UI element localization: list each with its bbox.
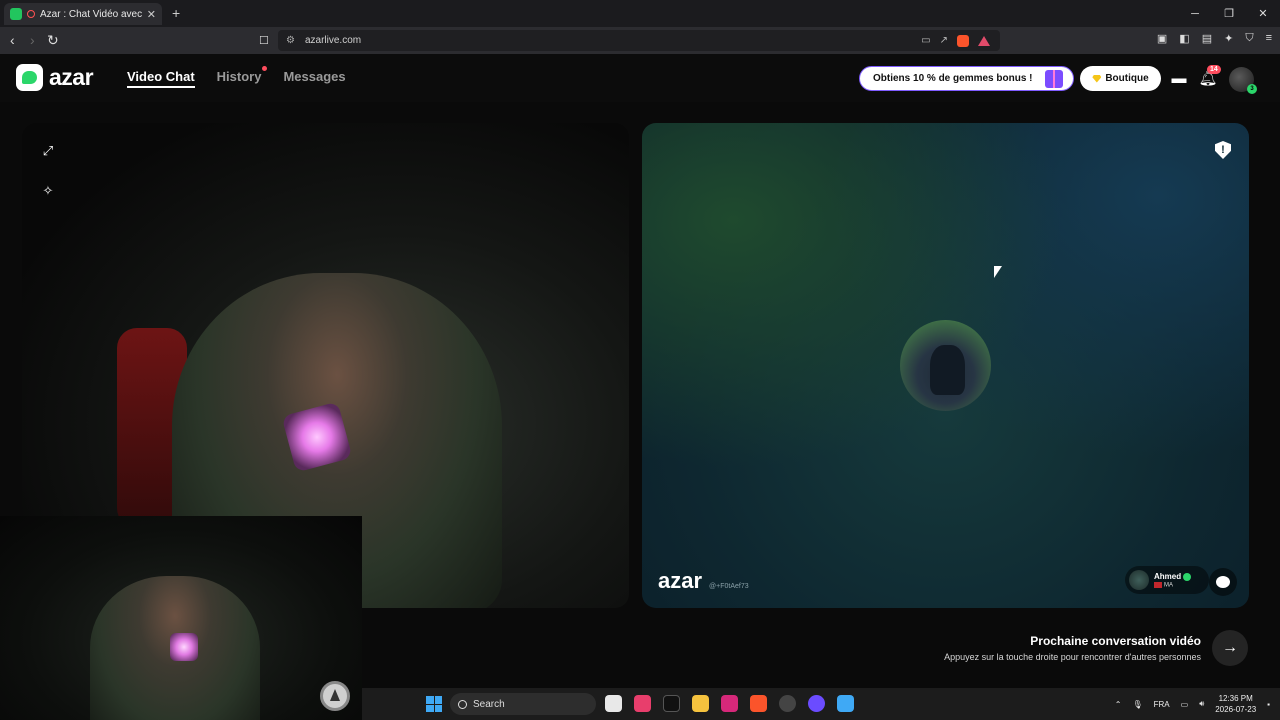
watermark-id: @+F0tAef73: [709, 583, 749, 590]
azar-watermark: azar @+F0tAef73: [658, 568, 749, 594]
taskbar-search[interactable]: Search: [450, 693, 596, 715]
new-tab-button[interactable]: +: [172, 5, 180, 21]
logo-text: azar: [49, 64, 94, 90]
brave-shields-icon[interactable]: [957, 34, 969, 47]
pip-microphone-image: [170, 633, 198, 661]
capcut-icon[interactable]: [634, 695, 651, 712]
vpn-icon[interactable]: ⛉: [1245, 32, 1253, 45]
minimize-button[interactable]: ─: [1178, 0, 1212, 27]
notification-count-badge: 14: [1207, 65, 1221, 74]
nav-history-label: History: [216, 69, 262, 84]
tray-overflow-icon[interactable]: ⌃: [1115, 700, 1122, 709]
taskbar-apps: [605, 695, 854, 712]
shield-report-icon[interactable]: !: [1215, 141, 1231, 159]
url-text: azarlive.com: [304, 35, 362, 46]
network-icon[interactable]: ▭: [1181, 700, 1189, 709]
menu-icon[interactable]: ≡: [1266, 32, 1272, 45]
wallet-icon[interactable]: ▣: [1157, 32, 1167, 45]
clock-date: 2026-07-23: [1215, 705, 1257, 714]
windows-taskbar: Search ⌃ 🎙︎ FRA ▭ 🔊︎ 12:36 PM 2026-07-23…: [362, 688, 1280, 720]
clock-time: 12:36 PM: [1218, 694, 1253, 703]
instagram-icon[interactable]: [721, 695, 738, 712]
gift-icon: [1045, 70, 1063, 88]
app-icon[interactable]: [808, 695, 825, 712]
forward-icon[interactable]: ›: [30, 32, 35, 48]
gem-bonus-promo-button[interactable]: Obtiens 10 % de gemmes bonus !: [859, 66, 1074, 91]
peer-avatar: [900, 320, 991, 411]
bookmark-icon[interactable]: ☐: [259, 34, 269, 47]
taskbar-clock[interactable]: 12:36 PM 2026-07-23: [1215, 693, 1256, 715]
gem-icon: [1092, 74, 1102, 83]
task-view-icon[interactable]: [605, 695, 622, 712]
system-tray: ⌃ 🎙︎ FRA ▭ 🔊︎ 12:36 PM 2026-07-23 ▪: [1115, 688, 1280, 720]
chat-bubble-icon: [1216, 576, 1230, 588]
peer-profile-picture: [1129, 570, 1149, 590]
photos-icon[interactable]: [837, 695, 854, 712]
window-controls: ─ ❐ ✕: [1178, 0, 1280, 27]
shop-button[interactable]: Boutique: [1080, 66, 1161, 91]
azar-logo[interactable]: azar: [16, 64, 94, 91]
nav-history[interactable]: History: [216, 66, 268, 88]
share-icon[interactable]: ↗: [940, 35, 948, 46]
peer-country: MA: [1164, 582, 1173, 589]
shop-label: Boutique: [1105, 73, 1149, 84]
language-indicator[interactable]: FRA: [1154, 700, 1170, 709]
watermark-logo: azar: [658, 568, 703, 593]
windows-start-icon[interactable]: [426, 696, 442, 712]
next-title: Prochaine conversation vidéo: [1030, 634, 1201, 648]
recording-icon: [27, 10, 35, 18]
inbox-icon[interactable]: ▬: [1169, 68, 1189, 88]
self-view-pip: [0, 516, 362, 720]
expand-icon[interactable]: ⤢: [40, 143, 56, 159]
tab-close-icon[interactable]: ✕: [147, 8, 156, 21]
verified-icon: [1183, 572, 1192, 581]
browser-toolbar: ▣ ◧ ▤ ✦ ⛉ ≡: [1157, 32, 1272, 45]
azar-favicon-icon: [10, 8, 22, 20]
reload-icon[interactable]: ↻: [47, 32, 59, 49]
country-flag-icon: [1154, 581, 1162, 588]
address-bar-row: ‹ › ↻ ☐ ⚙ azarlive.com ▭ ↗ ▣ ◧ ▤ ✦ ⛉ ≡: [0, 27, 1280, 54]
next-subtitle: Appuyez sur la touche droite pour rencon…: [944, 652, 1201, 662]
nav-messages[interactable]: Messages: [283, 69, 345, 88]
site-info-icon[interactable]: ⚙: [286, 35, 295, 46]
next-button[interactable]: →: [1212, 630, 1248, 666]
maximize-button[interactable]: ❐: [1212, 0, 1246, 27]
peer-name: Ahmed: [1154, 571, 1182, 581]
file-explorer-icon[interactable]: [692, 695, 709, 712]
leo-ai-icon[interactable]: ✦: [1224, 32, 1233, 45]
brave-browser-icon[interactable]: [750, 695, 767, 712]
chat-button[interactable]: [1209, 568, 1237, 596]
azar-logo-icon: [16, 64, 43, 91]
search-icon: [458, 699, 467, 709]
next-conversation-prompt: Prochaine conversation vidéo Appuyez sur…: [944, 634, 1201, 662]
peer-video-panel: ! azar @+F0tAef73 Ahmed MA: [642, 123, 1249, 608]
notification-center-icon[interactable]: ▪: [1267, 700, 1270, 709]
streamer-logo-icon: [320, 681, 350, 711]
back-icon[interactable]: ‹: [10, 32, 15, 48]
close-window-button[interactable]: ✕: [1246, 0, 1280, 27]
app-header: azar Video Chat History Messages Obtiens…: [0, 54, 1280, 102]
promo-text: Obtiens 10 % de gemmes bonus !: [873, 73, 1033, 84]
search-label: Search: [473, 698, 505, 710]
sidebar-icon[interactable]: ◧: [1179, 32, 1189, 45]
nav-video-chat[interactable]: Video Chat: [127, 69, 195, 88]
brave-rewards-icon[interactable]: [978, 35, 990, 46]
tiktok-icon[interactable]: [663, 695, 680, 712]
peer-user-chip[interactable]: Ahmed MA: [1125, 566, 1209, 594]
url-field[interactable]: ⚙ azarlive.com ▭ ↗: [278, 30, 1000, 51]
browser-tab-bar: Azar : Chat Vidéo avec de no ✕ + ─ ❐ ✕: [0, 0, 1280, 27]
cast-icon[interactable]: ▭: [921, 35, 930, 46]
magic-wand-icon[interactable]: ✧: [40, 183, 56, 199]
main-nav: Video Chat History Messages: [127, 66, 346, 88]
avatar-level-badge: 3: [1247, 84, 1257, 94]
browser-tab[interactable]: Azar : Chat Vidéo avec de no ✕: [4, 3, 162, 25]
tab-title: Azar : Chat Vidéo avec de no: [40, 8, 142, 20]
volume-icon[interactable]: 🔊︎: [1199, 699, 1204, 709]
profile-avatar[interactable]: 3: [1229, 67, 1257, 94]
extensions-icon[interactable]: ▤: [1202, 32, 1212, 45]
obs-icon[interactable]: [779, 695, 796, 712]
arrow-right-icon: →: [1222, 639, 1238, 656]
history-notification-dot: [262, 66, 268, 71]
microphone-icon[interactable]: 🎙︎: [1132, 700, 1142, 709]
